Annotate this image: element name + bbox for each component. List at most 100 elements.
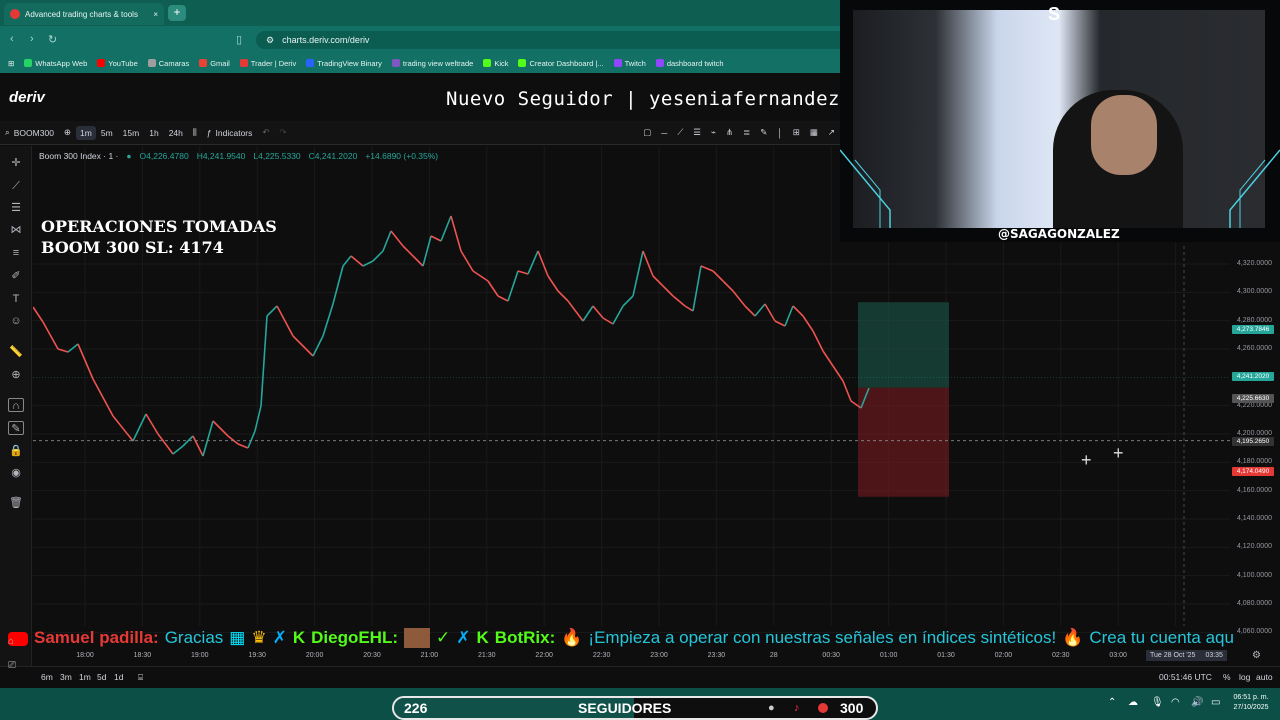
deriv-favicon-icon xyxy=(10,9,20,19)
bookmark-label: Trader | Deriv xyxy=(250,58,297,68)
forward-icon[interactable]: › xyxy=(30,33,34,45)
tray-chevron-icon[interactable]: ⌃ xyxy=(1108,697,1116,708)
range-3m[interactable]: 3m xyxy=(60,672,72,682)
brush-tool-icon[interactable]: ✎ xyxy=(755,127,772,138)
add-symbol-icon[interactable]: ⊕ xyxy=(59,127,76,138)
bookmark-item[interactable]: Kick xyxy=(483,59,508,68)
streamer-handle: @SAGAGONZALEZ xyxy=(998,227,1120,241)
zoom-icon[interactable]: ⊕ xyxy=(8,368,24,382)
line-tool-icon[interactable]: ⟋ xyxy=(8,179,24,193)
ray-tool-icon[interactable]: ↗ xyxy=(823,127,840,138)
address-bar[interactable]: ⚙ charts.deriv.com/deriv xyxy=(256,31,840,49)
price-tick: 4,100.0000 xyxy=(1236,571,1272,579)
tab-close-icon[interactable]: × xyxy=(153,10,158,19)
trash-icon[interactable]: 🗑 xyxy=(8,496,24,510)
bookmark-item[interactable]: TradingView Binary xyxy=(306,59,382,68)
price-badge: 4,241.2020 xyxy=(1232,371,1274,381)
system-clock[interactable]: 06:51 p. m. 27/10/2025 xyxy=(1222,693,1280,713)
cloud-icon[interactable]: ☁ xyxy=(1128,697,1138,708)
emoji-icon[interactable]: ☺ xyxy=(8,314,24,328)
browser-tab[interactable]: Advanced trading charts & tools × xyxy=(4,3,164,25)
bookmark-item[interactable]: Camaras xyxy=(147,59,189,68)
price-tick: 4,120.0000 xyxy=(1236,543,1272,551)
grid-tool-icon[interactable]: ▦ xyxy=(805,127,823,138)
forecast-tool-icon[interactable]: ≡ xyxy=(8,246,24,260)
collapse-icon[interactable]: ⌂ xyxy=(8,636,14,647)
ruler-icon[interactable]: 📏 xyxy=(8,345,24,359)
bookmark-icon xyxy=(199,59,208,67)
time-tick: 23:00 xyxy=(650,652,668,659)
range-5d[interactable]: 5d xyxy=(97,672,106,682)
mic-icon[interactable]: 🎙 xyxy=(1151,697,1164,708)
utc-clock[interactable]: 00:51:46 UTC xyxy=(1159,672,1212,682)
interval-24h[interactable]: 24h xyxy=(164,128,188,138)
settings-gear-icon[interactable]: ⚙ xyxy=(1252,650,1261,661)
channel-tool-icon[interactable]: ☰ xyxy=(688,127,706,138)
reload-icon[interactable]: ↻ xyxy=(48,33,57,46)
interval-1m[interactable]: 1m xyxy=(76,125,96,140)
magnet-icon[interactable]: ∩ xyxy=(8,398,24,412)
text-tool-icon[interactable]: T xyxy=(8,292,24,306)
auto-toggle[interactable]: auto xyxy=(1256,672,1273,682)
deriv-logo[interactable]: deriv xyxy=(9,89,45,106)
price-segment xyxy=(132,413,147,442)
wifi-icon[interactable]: ◠ xyxy=(1171,697,1180,708)
bookmark-item[interactable]: Twitch xyxy=(613,59,646,68)
bookmark-item[interactable]: Trader | Deriv xyxy=(239,58,297,68)
price-tick: 4,080.0000 xyxy=(1236,600,1272,607)
bookmarks-bar: ⊞ WhatsApp Web YouTube Camaras Gmail Trader … xyxy=(0,53,840,73)
price-segment xyxy=(622,295,634,307)
gann-tool-icon[interactable]: ⊞ xyxy=(788,127,805,138)
range-6m[interactable]: 6m xyxy=(41,672,53,682)
bookmark-item[interactable]: YouTube xyxy=(97,59,138,68)
price-segment xyxy=(460,250,474,272)
redo-icon[interactable]: ↷ xyxy=(275,127,292,138)
price-segment xyxy=(497,295,509,302)
rectangle-tool-icon[interactable]: ▢ xyxy=(638,127,656,138)
bookmark-icon xyxy=(306,59,315,67)
bookmark-item[interactable]: trading view weltrade xyxy=(391,59,473,68)
range-1d[interactable]: 1d xyxy=(114,672,123,682)
log-toggle[interactable]: log xyxy=(1239,672,1250,682)
bookmark-item[interactable]: dashboard twitch xyxy=(655,59,724,68)
interval-5m[interactable]: 5m xyxy=(96,128,118,138)
range-1m[interactable]: 1m xyxy=(79,672,91,682)
hline-tool-icon[interactable]: ─ xyxy=(656,128,672,138)
indicators-button[interactable]: ƒ Indicators xyxy=(202,128,258,138)
bookmark-icon xyxy=(97,59,106,67)
bookmark-icon[interactable]: ▯ xyxy=(236,33,242,46)
vline-tool-icon[interactable]: │ xyxy=(772,128,787,138)
price-badge: 4,225.6630 xyxy=(1232,393,1274,403)
interval-15m[interactable]: 15m xyxy=(118,128,145,138)
layers-icon[interactable]: ⎚ xyxy=(8,660,16,671)
bookmark-icon xyxy=(24,59,33,67)
brush-icon[interactable]: ✐ xyxy=(8,269,24,283)
pattern-tool-icon[interactable]: ⋈ xyxy=(8,223,24,237)
tab-title: Advanced trading charts & tools xyxy=(25,9,138,19)
fib-tool-icon[interactable]: ≣ xyxy=(738,127,755,138)
chart-type-icon[interactable]: ⫼ xyxy=(188,127,202,138)
site-info-icon[interactable]: ⚙ xyxy=(266,35,274,46)
stay-drawing-icon[interactable]: ✎ xyxy=(8,421,24,435)
path-tool-icon[interactable]: ⌁ xyxy=(706,127,721,138)
percent-toggle[interactable]: % xyxy=(1223,672,1231,682)
trendline-tool-icon[interactable]: ⟋ xyxy=(672,127,688,138)
date-range-icon[interactable]: ⌸ xyxy=(138,672,143,683)
new-tab-button[interactable]: + xyxy=(168,5,186,21)
bookmark-item[interactable]: WhatsApp Web xyxy=(24,59,87,68)
back-icon[interactable]: ‹ xyxy=(10,33,14,45)
horizontal-lines-icon[interactable]: ☰ xyxy=(8,201,24,215)
undo-icon[interactable]: ↶ xyxy=(257,127,274,138)
lock-icon[interactable]: 🔒 xyxy=(8,444,24,458)
apps-icon[interactable]: ⊞ xyxy=(8,59,14,68)
symbol-search[interactable]: ⌕ BOOM300 xyxy=(0,127,59,138)
eye-icon[interactable]: ◉ xyxy=(8,466,24,480)
volume-icon[interactable]: 🔊 xyxy=(1191,697,1203,708)
follower-goal-bar: 226 SEGUIDORES ● ♪ 300 xyxy=(392,696,878,720)
bookmark-item[interactable]: Gmail xyxy=(199,59,230,68)
crosshair-icon[interactable]: ✛ xyxy=(8,156,24,170)
battery-icon[interactable]: ▭ xyxy=(1211,697,1220,708)
bookmark-item[interactable]: Creator Dashboard |... xyxy=(518,59,604,68)
interval-1h[interactable]: 1h xyxy=(144,128,163,138)
pitchfork-tool-icon[interactable]: ⋔ xyxy=(721,127,738,138)
